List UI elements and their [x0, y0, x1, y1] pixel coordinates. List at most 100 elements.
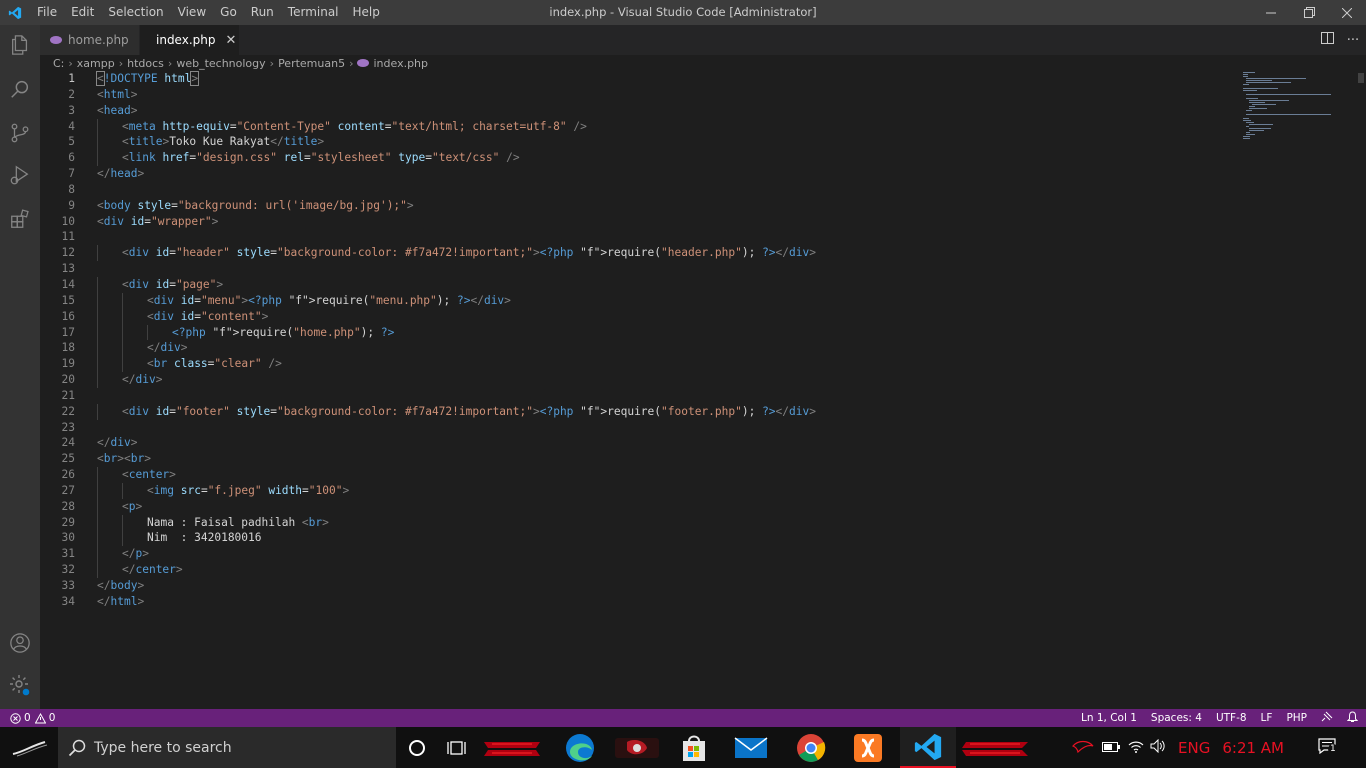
- microsoft-store-icon[interactable]: [672, 727, 716, 768]
- code-line[interactable]: </center>: [97, 562, 816, 578]
- code-line[interactable]: </div>: [97, 340, 816, 357]
- input-language[interactable]: ENG: [1178, 739, 1210, 757]
- clock[interactable]: 6:21 AM: [1222, 739, 1284, 757]
- volume-icon[interactable]: [1150, 738, 1166, 756]
- taskbar-search-box[interactable]: Type here to search: [58, 727, 396, 768]
- wifi-icon[interactable]: [1128, 739, 1144, 756]
- code-line[interactable]: [97, 388, 816, 404]
- cortana-icon[interactable]: [402, 727, 432, 768]
- code-line[interactable]: [97, 420, 816, 436]
- line-number: 17: [61, 325, 75, 339]
- breadcrumb-item[interactable]: xampp: [77, 57, 115, 70]
- vscode-logo-icon[interactable]: [0, 0, 30, 25]
- breadcrumb-item[interactable]: Pertemuan5: [278, 57, 345, 70]
- code-line[interactable]: </div>: [97, 372, 816, 388]
- editor-tabs: home.php index.php ✕ ···: [40, 25, 1366, 55]
- code-line[interactable]: <div id="wrapper">: [97, 214, 816, 230]
- code-line[interactable]: <div id="menu"><?php "f">require("menu.p…: [97, 292, 816, 309]
- code-line[interactable]: <div id="page">: [97, 276, 816, 293]
- line-number: 13: [61, 262, 75, 276]
- breadcrumb-item[interactable]: index.php: [373, 57, 428, 70]
- menu-file[interactable]: File: [30, 0, 64, 25]
- code-line[interactable]: <title>Toko Kue Rakyat</title>: [97, 134, 816, 151]
- code-line[interactable]: <img src="f.jpeg" width="100">: [97, 482, 816, 499]
- restore-button[interactable]: [1290, 0, 1328, 25]
- editor-scrollbar[interactable]: [1356, 71, 1366, 709]
- code-line[interactable]: <body style="background: url('image/bg.j…: [97, 198, 816, 214]
- code-line[interactable]: </p>: [97, 546, 816, 563]
- menu-run[interactable]: Run: [244, 0, 281, 25]
- task-view-icon[interactable]: [442, 727, 472, 768]
- xampp-icon[interactable]: [846, 727, 890, 768]
- code-line[interactable]: <html>: [97, 87, 816, 103]
- game-app-icon[interactable]: [612, 727, 662, 768]
- close-tab-icon[interactable]: ✕: [225, 33, 236, 48]
- search-icon[interactable]: [0, 69, 40, 109]
- minimap[interactable]: [1240, 71, 1355, 151]
- more-actions-icon[interactable]: ···: [1340, 33, 1366, 48]
- menu-help[interactable]: Help: [346, 0, 387, 25]
- code-line[interactable]: </html>: [97, 594, 816, 610]
- code-line[interactable]: <br><br>: [97, 451, 816, 467]
- split-editor-icon[interactable]: [1314, 32, 1340, 48]
- notifications-bell-icon[interactable]: [1346, 710, 1359, 726]
- menu-edit[interactable]: Edit: [64, 0, 101, 25]
- code-line[interactable]: <head>: [97, 103, 816, 119]
- run-debug-icon[interactable]: [0, 155, 40, 195]
- action-center-icon[interactable]: 1: [1318, 738, 1338, 757]
- menu-selection[interactable]: Selection: [101, 0, 170, 25]
- menu-view[interactable]: View: [171, 0, 213, 25]
- language-mode[interactable]: PHP: [1286, 712, 1307, 724]
- code-line[interactable]: Nama : Faisal padhilah <br>: [97, 514, 816, 531]
- code-line[interactable]: [97, 182, 816, 198]
- code-line[interactable]: </div>: [97, 435, 816, 451]
- breadcrumb-item[interactable]: htdocs: [127, 57, 164, 70]
- tab-index-php[interactable]: index.php ✕: [140, 25, 240, 55]
- breadcrumb-item[interactable]: C:: [53, 57, 64, 70]
- chrome-icon[interactable]: [786, 727, 836, 768]
- mail-icon[interactable]: [726, 727, 776, 768]
- code-line[interactable]: <div id="footer" style="background-color…: [97, 403, 816, 420]
- rog-logo-icon[interactable]: [1072, 739, 1094, 756]
- code-line[interactable]: <br class="clear" />: [97, 356, 816, 373]
- account-icon[interactable]: [0, 623, 40, 663]
- code-line[interactable]: </body>: [97, 578, 816, 594]
- code-line[interactable]: <div id="content">: [97, 308, 816, 325]
- code-editor[interactable]: 1 2 3 4 5 6 7 8 9 10 11 12 13 14 15 16 17 18 19 20 21 22 23 24 2…: [40, 71, 1356, 709]
- code-line[interactable]: Nim : 3420180016: [97, 530, 816, 547]
- eol-setting[interactable]: LF: [1261, 712, 1273, 724]
- line-number-gutter: 1 2 3 4 5 6 7 8 9 10 11 12 13 14 15 16 17 18 19 20 21 22 23 24 2…: [40, 71, 75, 610]
- encoding-setting[interactable]: UTF-8: [1216, 712, 1247, 724]
- code-line[interactable]: <meta http-equiv="Content-Type" content=…: [97, 118, 816, 135]
- code-line[interactable]: <link href="design.css" rel="stylesheet"…: [97, 150, 816, 167]
- code-line[interactable]: <p>: [97, 498, 816, 515]
- problems-indicator[interactable]: 0 0: [0, 712, 55, 724]
- feedback-icon[interactable]: [1321, 711, 1333, 725]
- menu-go[interactable]: Go: [213, 0, 244, 25]
- edge-browser-icon[interactable]: [558, 727, 602, 768]
- line-number: 8: [68, 182, 75, 196]
- vscode-taskbar-icon[interactable]: [900, 727, 956, 768]
- battery-icon[interactable]: [1102, 741, 1121, 755]
- breadcrumb-item[interactable]: web_technology: [176, 57, 265, 70]
- manage-gear-icon[interactable]: [0, 665, 40, 705]
- code-line[interactable]: [97, 229, 816, 245]
- code-line[interactable]: </head>: [97, 166, 816, 182]
- minimize-button[interactable]: [1252, 0, 1290, 25]
- start-button[interactable]: [0, 727, 58, 768]
- tab-home-php[interactable]: home.php: [40, 25, 140, 55]
- menu-terminal[interactable]: Terminal: [281, 0, 346, 25]
- cursor-position[interactable]: Ln 1, Col 1: [1081, 712, 1137, 724]
- code-line[interactable]: <?php "f">require("home.php"); ?>: [97, 324, 816, 341]
- extensions-icon[interactable]: [0, 199, 40, 239]
- code-line[interactable]: [97, 261, 816, 277]
- close-window-button[interactable]: [1328, 0, 1366, 25]
- code-line[interactable]: <center>: [97, 467, 816, 483]
- line-number: 18: [61, 341, 75, 355]
- indentation-setting[interactable]: Spaces: 4: [1151, 712, 1202, 724]
- code-line[interactable]: <!DOCTYPE html>: [96, 71, 816, 87]
- explorer-icon[interactable]: [0, 25, 40, 65]
- code-lines[interactable]: <!DOCTYPE html> <html> <head> <meta http-eq…: [96, 71, 816, 610]
- code-line[interactable]: <div id="header" style="background-color…: [97, 245, 816, 262]
- source-control-icon[interactable]: [0, 113, 40, 153]
